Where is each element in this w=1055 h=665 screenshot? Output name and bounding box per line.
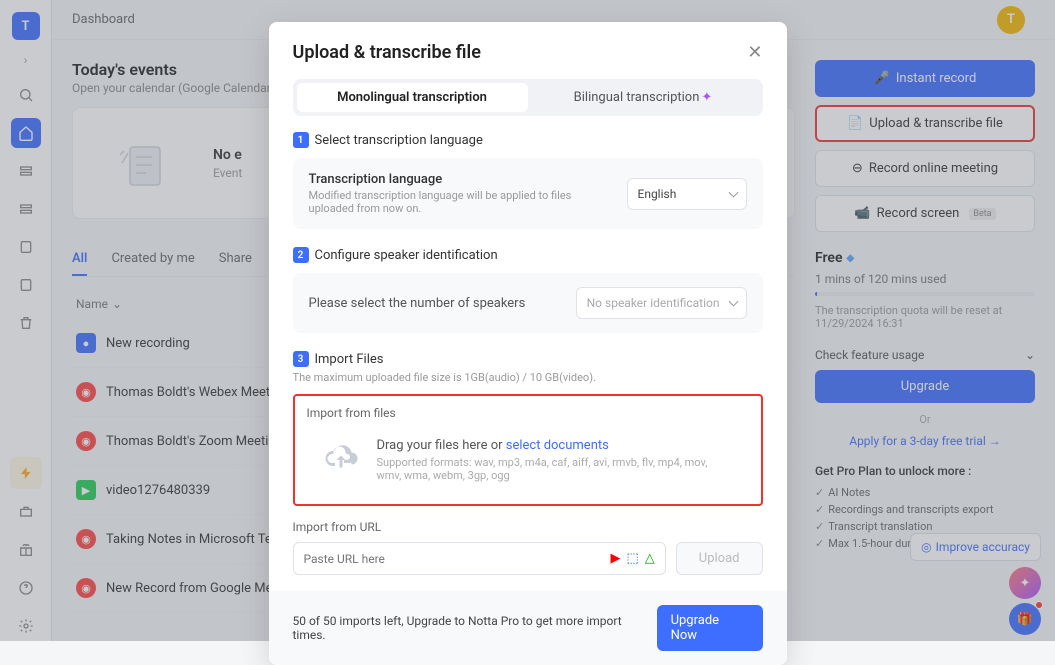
import-from-files-section: Import from files Drag your files here o… — [293, 394, 763, 506]
step-3-label: Import Files — [315, 352, 384, 367]
language-select[interactable]: English — [627, 178, 747, 210]
url-upload-button[interactable]: Upload — [676, 542, 763, 575]
monolingual-tab[interactable]: Monolingual transcription — [297, 83, 528, 112]
supported-formats: Supported formats: wav, mp3, m4a, caf, a… — [377, 456, 733, 482]
url-input-wrapper: ▶ ⬚ △ — [293, 542, 666, 575]
cloud-upload-icon — [323, 442, 359, 478]
file-size-note: The maximum uploaded file size is 1GB(au… — [293, 371, 763, 384]
modal-overlay: Upload & transcribe file ✕ Monolingual t… — [0, 0, 1055, 641]
drop-text: Drag your files here or — [377, 438, 503, 453]
import-url-label: Import from URL — [293, 520, 763, 534]
close-icon[interactable]: ✕ — [747, 44, 762, 62]
drop-zone[interactable]: Drag your files here or select documents… — [307, 432, 749, 488]
step-2-badge: 2 — [293, 247, 309, 263]
step-1-badge: 1 — [293, 132, 309, 148]
step-2-label: Configure speaker identification — [315, 248, 498, 263]
gdrive-icon: △ — [645, 551, 655, 566]
upgrade-now-button[interactable]: Upgrade Now — [657, 605, 763, 651]
dropbox-icon: ⬚ — [626, 551, 638, 566]
sparkle-icon: ✦ — [701, 90, 712, 105]
bilingual-tab[interactable]: Bilingual transcription✦ — [528, 83, 759, 112]
select-documents-link[interactable]: select documents — [506, 438, 609, 453]
speaker-select[interactable]: No speaker identification — [576, 287, 747, 319]
import-files-label: Import from files — [307, 406, 749, 420]
youtube-icon: ▶ — [610, 551, 620, 566]
step-3-badge: 3 — [293, 351, 309, 367]
transcription-type-tabs: Monolingual transcription Bilingual tran… — [293, 79, 763, 116]
step-1-label: Select transcription language — [315, 133, 483, 148]
language-config-sub: Modified transcription language will be … — [309, 189, 615, 215]
imports-remaining-text: 50 of 50 imports left, Upgrade to Notta … — [293, 614, 657, 642]
speaker-config-text: Please select the number of speakers — [309, 296, 526, 311]
modal-title: Upload & transcribe file — [293, 42, 481, 63]
language-config-title: Transcription language — [309, 172, 615, 187]
upload-modal: Upload & transcribe file ✕ Monolingual t… — [269, 22, 787, 665]
url-input[interactable] — [304, 552, 605, 566]
